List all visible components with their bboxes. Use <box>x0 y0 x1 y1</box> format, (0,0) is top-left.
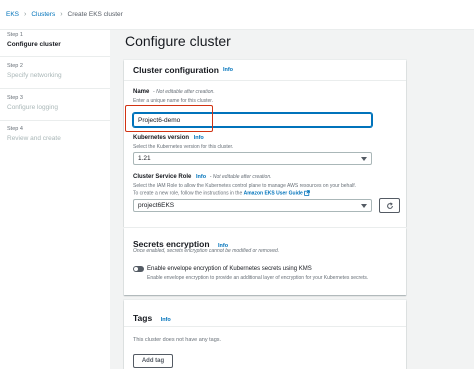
step-divider <box>0 56 110 57</box>
envelope-encryption-toggle-row[interactable]: Enable envelope encryption of Kubernetes… <box>133 266 312 272</box>
step-2: Step 2 Specify networking <box>7 63 62 79</box>
info-link[interactable]: Info <box>161 317 171 323</box>
caret-down-icon <box>361 156 367 161</box>
step-1: Step 1 Configure cluster <box>7 32 61 48</box>
step-number: Step 3 <box>7 95 23 101</box>
service-role-label: Cluster Service Role Info - Not editable… <box>133 174 272 180</box>
step-title-configure-cluster: Configure cluster <box>7 41 61 48</box>
secrets-encryption-panel: Secrets encryption Info Once enabled, se… <box>124 228 406 295</box>
page-title: Configure cluster <box>125 33 231 49</box>
external-link-icon <box>304 190 310 196</box>
toggle-description: Enable envelope encryption to provide an… <box>147 275 369 281</box>
breadcrumb-current: Create EKS cluster <box>67 11 123 18</box>
tags-header: Tags Info <box>133 308 171 326</box>
service-role-value: project6EKS <box>138 202 175 209</box>
kubernetes-version-label: Kubernetes version Info <box>133 135 204 141</box>
caret-down-icon <box>361 203 367 208</box>
annotation-highlight-box <box>125 105 213 132</box>
breadcrumb-clusters[interactable]: Clusters <box>31 11 55 18</box>
name-note: - Not editable after creation. <box>153 89 215 95</box>
step-number: Step 4 <box>7 126 23 132</box>
kubernetes-version-label-text: Kubernetes version <box>133 135 190 141</box>
tags-divider <box>124 326 406 327</box>
step-4: Step 4 Review and create <box>7 126 61 142</box>
refresh-icon <box>386 201 393 209</box>
service-role-instructions-text: To create a new role, follow the instruc… <box>133 190 243 197</box>
toggle-knob <box>134 267 138 271</box>
step-number: Step 1 <box>7 32 23 38</box>
breadcrumb: EKS › Clusters › Create EKS cluster <box>0 0 474 30</box>
panel-header: Cluster configuration Info <box>124 60 406 81</box>
breadcrumb-separator: › <box>24 11 27 18</box>
cluster-configuration-panel: Cluster configuration Info Name - Not ed… <box>124 60 406 245</box>
service-role-select[interactable]: project6EKS <box>133 199 372 212</box>
tags-panel: Tags Info This cluster does not have any… <box>124 300 406 369</box>
service-role-instructions: To create a new role, follow the instruc… <box>133 190 310 196</box>
kubernetes-version-value: 1.21 <box>138 155 151 162</box>
service-role-note: - Not editable after creation. <box>209 174 272 180</box>
info-link[interactable]: Info <box>194 135 204 141</box>
add-tag-button[interactable]: Add tag <box>133 354 173 368</box>
refresh-roles-button[interactable] <box>379 198 400 213</box>
breadcrumb-eks[interactable]: EKS <box>6 11 19 18</box>
wizard-steps-sidebar: Step 1 Configure cluster Step 2 Specify … <box>0 30 110 369</box>
breadcrumb-separator: › <box>60 11 63 18</box>
kubernetes-version-description: Select the Kubernetes version for this c… <box>133 144 234 150</box>
name-description: Enter a unique name for this cluster. <box>133 98 214 104</box>
step-3: Step 3 Configure logging <box>7 95 58 111</box>
step-title-review-and-create: Review and create <box>7 135 61 142</box>
toggle-label: Enable envelope encryption of Kubernetes… <box>147 266 312 272</box>
step-title-configure-logging: Configure logging <box>7 104 58 111</box>
panel-title: Tags <box>133 313 153 323</box>
envelope-encryption-toggle[interactable] <box>133 266 144 272</box>
tags-empty-text: This cluster does not have any tags. <box>133 337 222 343</box>
step-divider <box>0 88 110 89</box>
secrets-note: Once enabled, secrets encryption cannot … <box>133 248 280 254</box>
info-link[interactable]: Info <box>223 67 233 73</box>
step-title-specify-networking: Specify networking <box>7 72 62 79</box>
step-number: Step 2 <box>7 63 23 69</box>
panel-title: Cluster configuration <box>133 65 219 75</box>
eks-user-guide-link[interactable]: Amazon EKS User Guide <box>244 190 303 196</box>
name-label: Name - Not editable after creation. <box>133 89 215 95</box>
main-content: Configure cluster Cluster configuration … <box>110 30 474 369</box>
service-role-description: Select the IAM Role to allow the Kuberne… <box>133 183 356 189</box>
name-label-text: Name <box>133 89 150 95</box>
service-role-label-text: Cluster Service Role <box>133 174 192 180</box>
step-divider <box>0 120 110 121</box>
info-link[interactable]: Info <box>196 174 206 180</box>
kubernetes-version-select[interactable]: 1.21 <box>133 152 372 165</box>
